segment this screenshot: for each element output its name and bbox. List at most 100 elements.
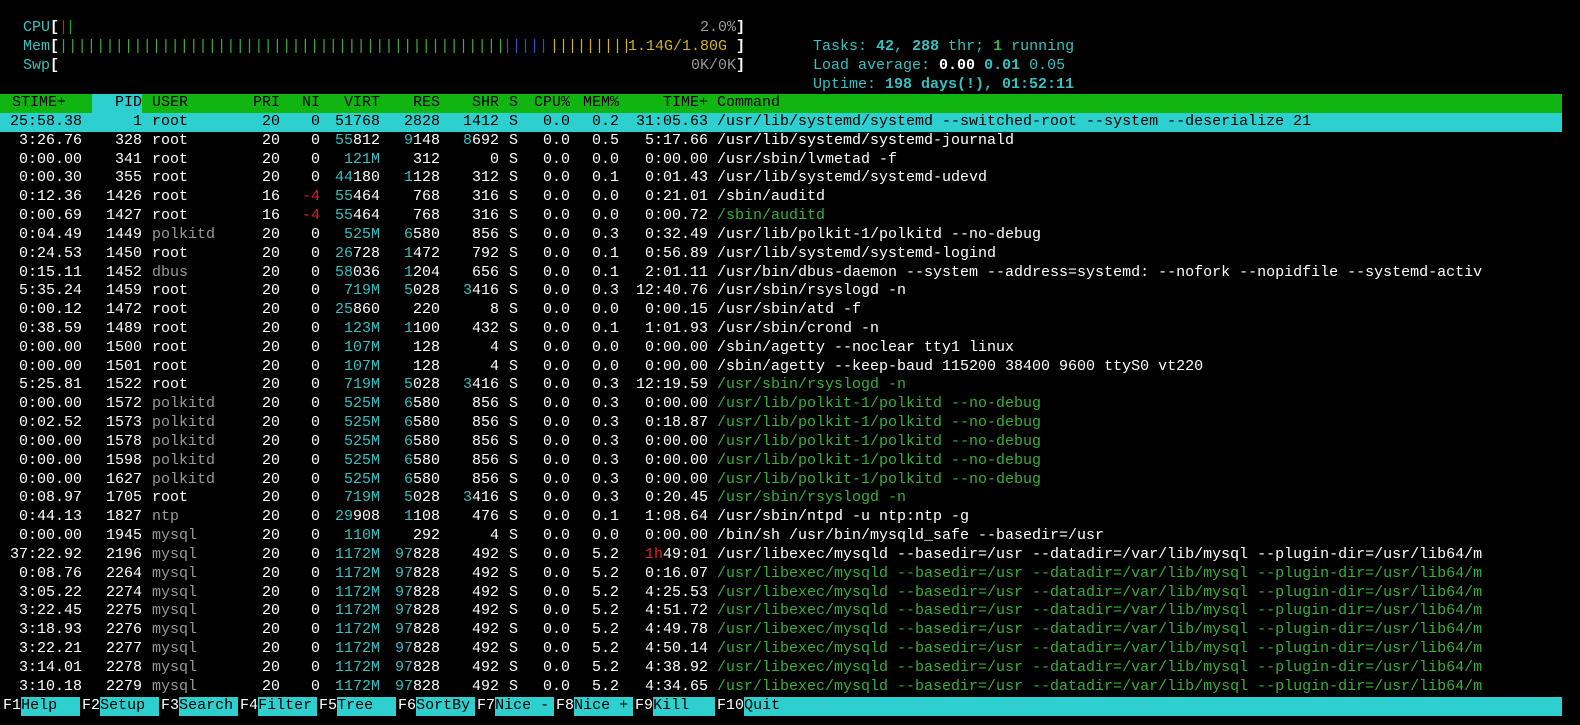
process-row[interactable]: 0:00.69 1427 root 16 -4 55464 768 316 S 0.0 0.0 0:0…: [0, 207, 1562, 226]
process-row[interactable]: 0:00.30 355 root 20 0 44180 1128 312 S 0.0 0.1 0:01…: [0, 169, 1562, 188]
process-row[interactable]: 0:38.59 1489 root 20 0 123M 1100 432 S 0.0 0.1 1:01…: [0, 320, 1562, 339]
fkey-kill-button[interactable]: Kill: [653, 697, 715, 716]
mem-meter-label: Mem: [23, 38, 51, 55]
cell-state: S: [509, 658, 519, 676]
process-row[interactable]: 3:22.45 2275 mysql 20 0 1172M 97828 492 S 0.0 5.2 4…: [0, 602, 1562, 621]
column-mem[interactable]: MEM%: [572, 94, 619, 113]
cell-stime: 3:10.18: [18, 677, 82, 695]
cell-pri: 20: [261, 414, 280, 432]
process-row[interactable]: 3:18.93 2276 mysql 20 0 1172M 97828 492 S 0.0 5.2 4…: [0, 621, 1562, 640]
process-row[interactable]: 0:08.97 1705 root 20 0 719M 5028 3416 S 0.0 0.3 0:2…: [0, 489, 1562, 508]
cell-ni: 0: [310, 470, 320, 488]
mem-meter-buffers-bar: |||||: [503, 38, 549, 55]
cell-command: /usr/libexec/mysqld --basedir=/usr --dat…: [717, 545, 1483, 563]
fkey-quit-button[interactable]: Quit: [744, 697, 1562, 716]
column-pri[interactable]: PRI: [240, 94, 280, 113]
process-row[interactable]: 0:15.11 1452 dbus 20 0 58036 1204 656 S 0.0 0.1 2:0…: [0, 264, 1562, 283]
cell-res: 1472: [403, 244, 440, 262]
process-row[interactable]: 0:44.13 1827 ntp 20 0 29908 1108 476 S 0.0 0.1 1:08…: [0, 508, 1562, 527]
cell-cpu: 0.0: [542, 169, 570, 187]
process-row[interactable]: 0:08.76 2264 mysql 20 0 1172M 97828 492 S 0.0 5.2 0…: [0, 565, 1562, 584]
column-res[interactable]: RES: [383, 94, 440, 113]
process-row[interactable]: 0:00.00 1945 mysql 20 0 110M 292 4 S 0.0 0.0 0:00.0…: [0, 527, 1562, 546]
process-row[interactable]: 3:26.76 328 root 20 0 55812 9148 8692 S 0.0 0.5 5:1…: [0, 132, 1562, 151]
process-row[interactable]: 0:04.49 1449 polkitd 20 0 525M 6580 856 S 0.0 0.3 0…: [0, 226, 1562, 245]
fkey-nice-button[interactable]: Nice +: [574, 697, 633, 716]
process-row[interactable]: 0:00.00 1501 root 20 0 107M 128 4 S 0.0 0.0 0:00.00…: [0, 358, 1562, 377]
column-pid[interactable]: PID: [92, 94, 142, 113]
cell-pri: 20: [261, 639, 280, 657]
column-header[interactable]: STIME+ PID USER PRI NI VIRT RES SHR S CP…: [0, 94, 1562, 113]
fkey-search-key[interactable]: F3: [161, 697, 179, 716]
process-row[interactable]: 0:00.00 1578 polkitd 20 0 525M 6580 856 S 0.0 0.3 0…: [0, 433, 1562, 452]
cell-ni: 0: [310, 263, 320, 281]
process-row[interactable]: 3:05.22 2274 mysql 20 0 1172M 97828 492 S 0.0 5.2 4…: [0, 584, 1562, 603]
process-row[interactable]: 0:12.36 1426 root 16 -4 55464 768 316 S 0.0 0.0 0:2…: [0, 188, 1562, 207]
cell-pri: 20: [261, 602, 280, 620]
process-row[interactable]: 5:35.24 1459 root 20 0 719M 5028 3416 S 0.0 0.3 12:…: [0, 282, 1562, 301]
process-row[interactable]: 3:22.21 2277 mysql 20 0 1172M 97828 492 S 0.0 5.2 4…: [0, 640, 1562, 659]
column-state[interactable]: S: [509, 94, 518, 113]
process-row[interactable]: 0:24.53 1450 root 20 0 26728 1472 792 S 0.0 0.1 0:5…: [0, 245, 1562, 264]
fkey-tree-button[interactable]: Tree: [337, 697, 396, 716]
cell-state: S: [509, 621, 519, 639]
fkey-setup-key[interactable]: F2: [82, 697, 100, 716]
column-virt[interactable]: VIRT: [322, 94, 380, 113]
cell-shr: 856: [471, 395, 499, 413]
column-user[interactable]: USER: [152, 94, 188, 113]
fkey-kill-key[interactable]: F9: [635, 697, 653, 716]
cell-virt: 107M: [343, 338, 380, 356]
cell-ni: 0: [310, 564, 320, 582]
cell-shr: 492: [471, 583, 499, 601]
cell-virt: 1172M: [334, 583, 380, 601]
cell-pid: 2278: [105, 658, 142, 676]
cell-res: 1100: [403, 320, 440, 338]
column-shr[interactable]: SHR: [442, 94, 499, 113]
cell-cpu: 0.0: [542, 583, 570, 601]
fkey-nice-button[interactable]: Nice -: [495, 697, 554, 716]
cell-pri: 20: [261, 320, 280, 338]
cell-cpu: 0.0: [542, 545, 570, 563]
cell-user: dbus: [152, 263, 189, 281]
fkey-filter-button[interactable]: Filter: [258, 697, 317, 716]
process-row[interactable]: 5:25.81 1522 root 20 0 719M 5028 3416 S 0.0 0.3 12:…: [0, 376, 1562, 395]
cell-user: root: [152, 282, 189, 300]
process-row[interactable]: 0:02.52 1573 polkitd 20 0 525M 6580 856 S 0.0 0.3 0…: [0, 414, 1562, 433]
cell-pid: 2277: [105, 639, 142, 657]
process-row[interactable]: 0:00.12 1472 root 20 0 25860 220 8 S 0.0 0.0 0:00.1…: [0, 301, 1562, 320]
fkey-nice-key[interactable]: F7: [477, 697, 495, 716]
fkey-nice-key[interactable]: F8: [556, 697, 574, 716]
process-row[interactable]: 3:10.18 2279 mysql 20 0 1172M 97828 492 S 0.0 5.2 4…: [0, 678, 1562, 697]
cell-cpu: 0.0: [542, 451, 570, 469]
fkey-filter-key[interactable]: F4: [240, 697, 258, 716]
process-row[interactable]: 0:00.00 341 root 20 0 121M 312 0 S 0.0 0.0 0:00.00/…: [0, 151, 1562, 170]
uptime-label: Uptime:: [813, 75, 886, 93]
fkey-search-button[interactable]: Search: [179, 697, 238, 716]
fkey-quit-key[interactable]: F10: [717, 697, 744, 716]
fkey-tree-key[interactable]: F5: [319, 697, 337, 716]
process-row[interactable]: 25:58.38 1 root 20 0 51768 2828 1412 S 0.0 0.2 31:0…: [0, 113, 1562, 132]
cell-res: 6580: [403, 432, 440, 450]
process-row[interactable]: 3:14.01 2278 mysql 20 0 1172M 97828 492 S 0.0 5.2 4…: [0, 659, 1562, 678]
column-command[interactable]: Command: [717, 94, 780, 113]
column-time[interactable]: TIME+: [620, 94, 708, 113]
fkey-help-key[interactable]: F1: [3, 697, 21, 716]
process-row[interactable]: 0:00.00 1572 polkitd 20 0 525M 6580 856 S 0.0 0.3 0…: [0, 395, 1562, 414]
fkey-setup-button[interactable]: Setup: [100, 697, 159, 716]
process-row[interactable]: 0:00.00 1500 root 20 0 107M 128 4 S 0.0 0.0 0:00.00…: [0, 339, 1562, 358]
cell-time: 0:01.43: [644, 169, 708, 187]
cell-cpu: 0.0: [542, 301, 570, 319]
fkey-sortby-key[interactable]: F6: [398, 697, 416, 716]
cell-pri: 20: [261, 301, 280, 319]
cell-pid: 1450: [105, 244, 142, 262]
cell-stime: 0:00.00: [18, 150, 82, 168]
fkey-sortby-button[interactable]: SortBy: [416, 697, 475, 716]
process-row[interactable]: 37:22.92 2196 mysql 20 0 1172M 97828 492 S 0.0 5.2…: [0, 546, 1562, 565]
column-ni[interactable]: NI: [285, 94, 320, 113]
process-row[interactable]: 0:00.00 1598 polkitd 20 0 525M 6580 856 S 0.0 0.3 0…: [0, 452, 1562, 471]
cell-virt: 1172M: [334, 677, 380, 695]
column-stime[interactable]: STIME+: [12, 94, 66, 113]
fkey-help-button[interactable]: Help: [21, 697, 80, 716]
process-row[interactable]: 0:00.00 1627 polkitd 20 0 525M 6580 856 S 0.0 0.3 0…: [0, 471, 1562, 490]
column-cpu[interactable]: CPU%: [523, 94, 570, 113]
